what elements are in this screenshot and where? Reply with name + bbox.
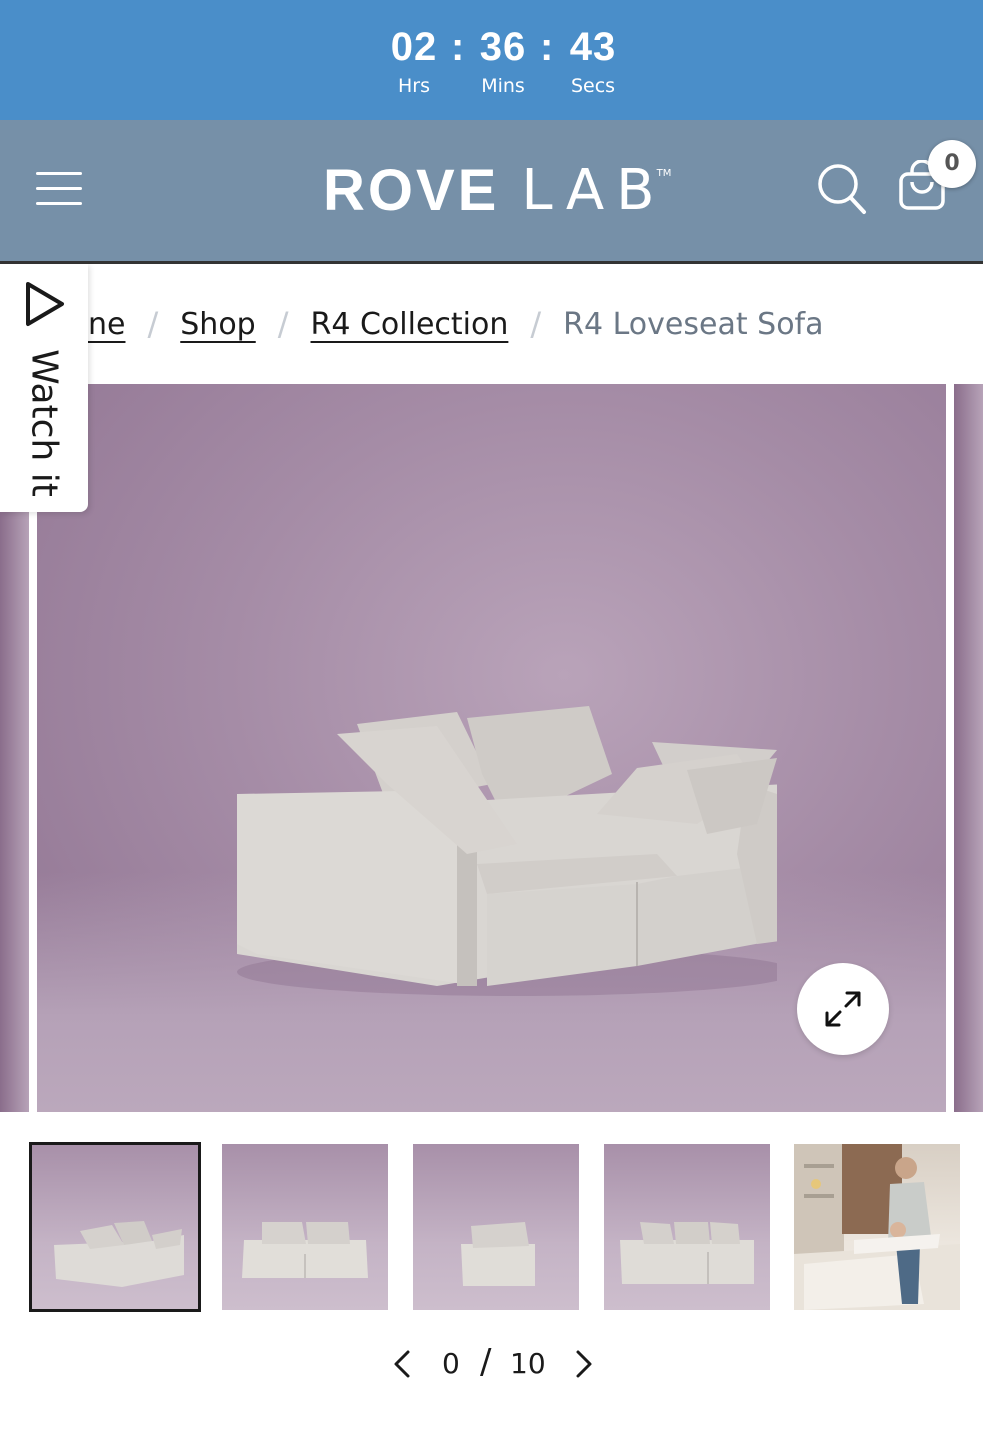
countdown-seconds-value: 43 bbox=[569, 25, 617, 69]
sofa-thumbnail bbox=[461, 1222, 535, 1286]
countdown-seconds: 43 Secs bbox=[548, 24, 638, 98]
breadcrumb-home[interactable]: ne bbox=[88, 307, 125, 342]
cart-count-badge: 0 bbox=[928, 140, 976, 188]
menu-icon bbox=[36, 202, 82, 205]
previous-image-button[interactable] bbox=[384, 1346, 420, 1382]
next-image-button[interactable] bbox=[566, 1346, 602, 1382]
pager-total: 10 bbox=[510, 1347, 546, 1380]
logo-trademark: TM bbox=[656, 168, 672, 179]
breadcrumb-separator: / bbox=[147, 305, 159, 343]
family-photo-thumbnail bbox=[794, 1144, 960, 1310]
breadcrumb-separator: / bbox=[277, 305, 289, 343]
chevron-right-icon bbox=[576, 1350, 592, 1378]
logo-secondary: LAB bbox=[521, 158, 667, 223]
product-gallery[interactable] bbox=[0, 384, 983, 1112]
site-header: ROVE LAB TM 0 bbox=[0, 120, 983, 264]
countdown-minutes-label: Mins bbox=[481, 75, 525, 97]
thumbnail-3[interactable] bbox=[413, 1144, 579, 1310]
pager-current: 0 bbox=[442, 1347, 460, 1380]
countdown-hours: 02 Hrs bbox=[369, 24, 459, 98]
thumbnail-4[interactable] bbox=[604, 1144, 770, 1310]
play-icon bbox=[26, 282, 64, 326]
logo-primary: ROVE bbox=[323, 158, 500, 223]
site-logo[interactable]: ROVE LAB TM bbox=[323, 156, 671, 226]
thumbnail-5[interactable] bbox=[794, 1144, 960, 1310]
thumbnail-strip bbox=[0, 1142, 983, 1312]
sofa-image bbox=[237, 706, 777, 996]
search-icon bbox=[818, 164, 866, 214]
countdown-seconds-label: Secs bbox=[570, 75, 616, 97]
expand-image-button[interactable] bbox=[797, 963, 889, 1055]
sofa-thumbnail bbox=[620, 1222, 754, 1284]
breadcrumb-separator: / bbox=[530, 305, 542, 343]
countdown-hours-value: 02 bbox=[390, 25, 438, 69]
chevron-left-icon bbox=[394, 1350, 410, 1378]
sofa-thumbnail bbox=[54, 1221, 184, 1287]
watch-it-label: Watch it bbox=[23, 349, 65, 497]
breadcrumb-collection[interactable]: R4 Collection bbox=[311, 307, 509, 342]
breadcrumb-shop[interactable]: Shop bbox=[180, 307, 255, 342]
countdown-minutes: 36 Mins bbox=[458, 24, 548, 98]
search-button[interactable] bbox=[816, 162, 868, 216]
countdown-bar: 02 Hrs : 36 Mins : 43 Secs bbox=[0, 0, 983, 120]
thumbnail-2[interactable] bbox=[222, 1144, 388, 1310]
menu-icon bbox=[36, 172, 82, 175]
watch-it-label-wrap: Watch it bbox=[22, 348, 66, 498]
breadcrumb: ne / Shop / R4 Collection / R4 Loveseat … bbox=[88, 300, 824, 348]
countdown-hours-label: Hrs bbox=[398, 75, 430, 97]
gallery-pager: 0 / 10 bbox=[380, 1338, 610, 1390]
expand-icon bbox=[825, 991, 861, 1027]
watch-it-tab[interactable]: Watch it bbox=[0, 264, 88, 512]
thumbnail-1[interactable] bbox=[29, 1142, 201, 1312]
menu-button[interactable] bbox=[36, 172, 82, 206]
product-main-image[interactable] bbox=[37, 384, 946, 1112]
sofa-thumbnail bbox=[242, 1222, 368, 1278]
next-slide-peek[interactable] bbox=[954, 384, 983, 1112]
menu-icon bbox=[36, 187, 82, 190]
countdown-minutes-value: 36 bbox=[479, 25, 527, 69]
breadcrumb-current: R4 Loveseat Sofa bbox=[563, 306, 824, 342]
pager-separator: / bbox=[480, 1342, 492, 1382]
